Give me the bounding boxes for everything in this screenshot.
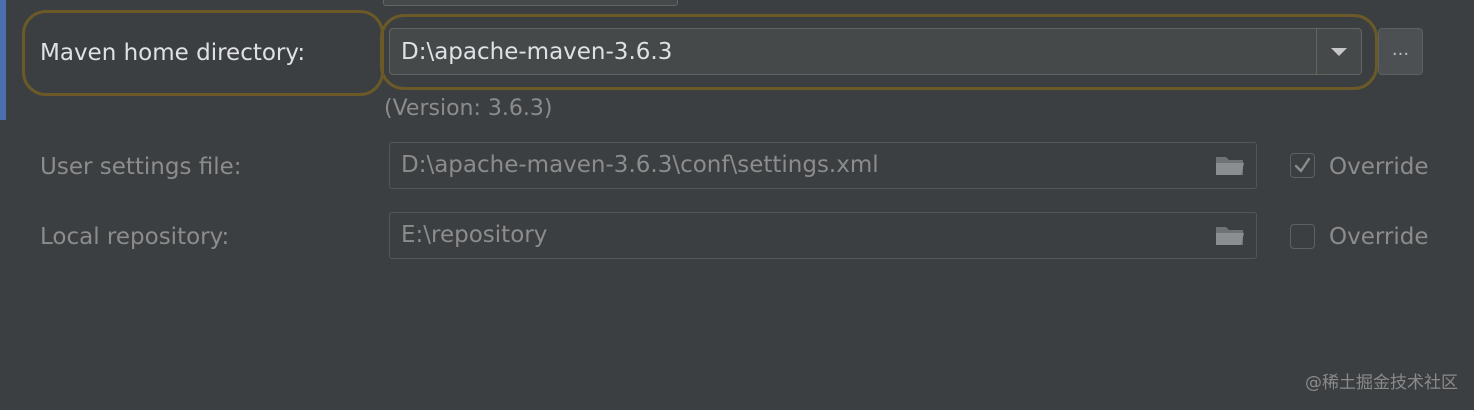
maven-home-label: Maven home directory: [40,40,306,66]
chevron-down-icon[interactable] [1317,29,1361,74]
local-repository-override-checkbox[interactable] [1290,224,1315,249]
local-repository-label: Local repository: [40,224,230,250]
maven-home-browse-button[interactable]: ... [1378,28,1423,75]
check-icon [1294,157,1311,173]
folder-icon[interactable] [1214,154,1246,178]
local-repository-override-label[interactable]: Override [1329,222,1429,252]
user-settings-override-checkbox[interactable] [1290,153,1315,178]
maven-version-text: (Version: 3.6.3) [384,96,553,121]
maven-home-combobox[interactable]: D:\apache-maven-3.6.3 [389,28,1362,75]
user-settings-value[interactable]: D:\apache-maven-3.6.3\conf\settings.xml [401,150,879,180]
left-accent-bar [0,0,6,120]
maven-home-value[interactable]: D:\apache-maven-3.6.3 [401,37,672,67]
user-settings-label: User settings file: [40,154,242,180]
user-settings-override-label[interactable]: Override [1329,152,1429,182]
watermark-text: @稀土掘金技术社区 [1305,373,1458,393]
folder-icon[interactable] [1214,224,1246,248]
previous-field-edge [383,0,678,6]
local-repository-field[interactable]: E:\repository [389,212,1257,259]
local-repository-value[interactable]: E:\repository [401,220,547,250]
user-settings-field[interactable]: D:\apache-maven-3.6.3\conf\settings.xml [389,142,1257,189]
